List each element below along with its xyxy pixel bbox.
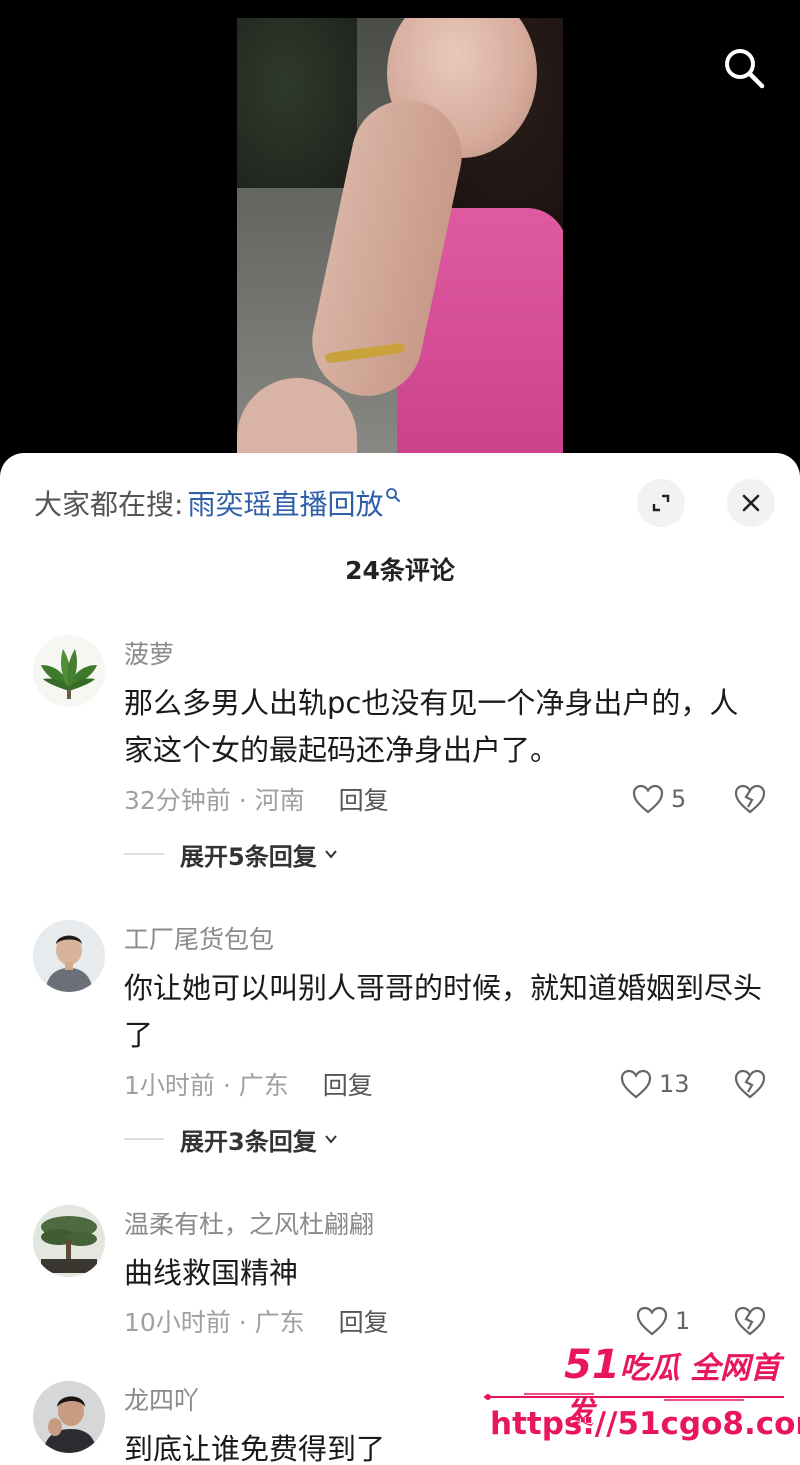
video-player[interactable] xyxy=(0,0,800,470)
watermark: 51吃瓜 全网首发 https://51cgo8.com xyxy=(482,1342,800,1452)
comment-time-location: 32分钟前 · 河南 xyxy=(124,786,305,815)
reply-button[interactable]: 回复 xyxy=(339,781,389,817)
search-icon xyxy=(725,49,765,89)
chevron-down-icon xyxy=(324,1135,337,1144)
watermark-circuit-lines xyxy=(484,1393,784,1401)
comment-meta-row: 1小时前 · 广东 回复 xyxy=(124,1066,373,1102)
comment-time-location: 1小时前 · 广东 xyxy=(124,1071,289,1100)
close-button[interactable] xyxy=(727,479,775,527)
avatar[interactable] xyxy=(33,1381,105,1453)
like-count: 5 xyxy=(671,785,687,813)
comment-username[interactable]: 工厂尾货包包 xyxy=(124,920,274,956)
comment-username[interactable]: 温柔有杜，之风杜翩翩 xyxy=(124,1205,374,1241)
comment-text: 曲线救国精神 xyxy=(124,1256,299,1290)
comment-text: 你让她可以叫别人哥哥的时候，就知道婚姻到尽头了 xyxy=(124,971,763,1052)
bonsai-avatar-image xyxy=(33,1205,105,1277)
trending-label: 大家都在搜: xyxy=(34,488,184,521)
reply-button[interactable]: 回复 xyxy=(339,1303,389,1339)
like-count: 13 xyxy=(659,1070,690,1098)
comment-meta-row: 10小时前 · 广东 回复 xyxy=(124,1303,389,1339)
comment-meta-row: 32分钟前 · 河南 回复 xyxy=(124,781,389,817)
expand-replies-button[interactable]: 展开3条回复 xyxy=(124,1122,339,1156)
expand-replies-button[interactable]: 展开5条回复 xyxy=(124,837,339,871)
heart-icon xyxy=(620,1069,652,1099)
plant-avatar-image xyxy=(33,635,105,707)
comment-time-location: 10小时前 · 广东 xyxy=(124,1308,305,1337)
comment-username[interactable]: 菠萝 xyxy=(124,635,174,671)
expand-replies-label: 展开5条回复 xyxy=(180,842,317,871)
watermark-brand-number: 51 xyxy=(564,1342,620,1388)
person-avatar-image xyxy=(33,1381,105,1453)
heart-icon xyxy=(632,784,664,814)
chevron-down-icon xyxy=(324,850,337,859)
comment-count-title: 24条评论 xyxy=(345,556,455,585)
avatar[interactable] xyxy=(33,635,105,707)
broken-heart-icon[interactable] xyxy=(733,1067,767,1101)
trending-query-link[interactable]: 雨奕瑶直播回放 xyxy=(187,483,383,523)
like-button[interactable]: 1 xyxy=(635,1303,690,1339)
broken-heart-icon[interactable] xyxy=(733,1304,767,1338)
comment-text: 那么多男人出轨pc也没有见一个净身出户的，人家这个女的最起码还净身出户了。 xyxy=(124,686,739,767)
like-button[interactable]: 13 xyxy=(619,1066,690,1102)
heart-icon xyxy=(636,1306,668,1336)
comment-sheet: 大家都在搜: 雨奕瑶直播回放 24条评论 菠萝 那么多男人出轨pc也没有见一个净… xyxy=(0,453,800,1465)
video-background-trees xyxy=(237,18,357,188)
avatar[interactable] xyxy=(33,920,105,992)
expand-icon xyxy=(652,494,670,512)
divider-line xyxy=(124,853,164,855)
divider-line xyxy=(124,1138,164,1140)
fullscreen-button[interactable] xyxy=(637,479,685,527)
close-icon xyxy=(742,494,760,512)
expand-replies-label: 展开3条回复 xyxy=(180,1127,317,1156)
trending-search-bar[interactable]: 大家都在搜: 雨奕瑶直播回放 xyxy=(34,481,401,525)
broken-heart-icon[interactable] xyxy=(733,782,767,816)
video-frame[interactable] xyxy=(237,18,563,470)
search-icon xyxy=(386,488,401,502)
person-avatar-image xyxy=(33,920,105,992)
watermark-url: https://51cgo8.com xyxy=(490,1406,800,1442)
reply-button[interactable]: 回复 xyxy=(323,1066,373,1102)
search-button[interactable] xyxy=(716,40,772,96)
comment-username[interactable]: 龙四吖 xyxy=(124,1381,199,1417)
like-button[interactable]: 5 xyxy=(631,781,686,817)
like-count: 1 xyxy=(675,1307,691,1335)
avatar[interactable] xyxy=(33,1205,105,1277)
